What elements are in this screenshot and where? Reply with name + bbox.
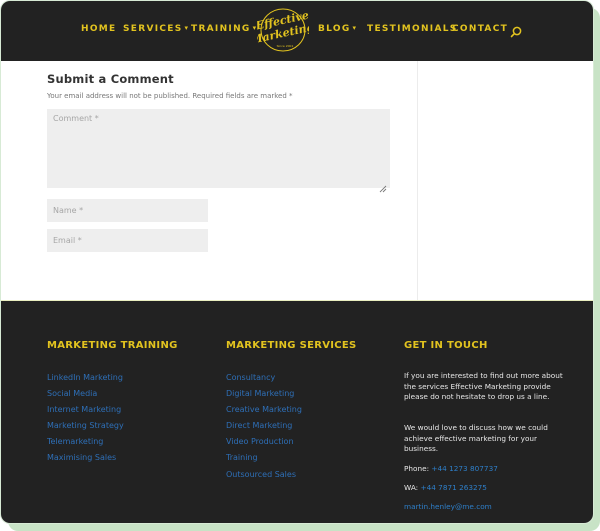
- nav-services[interactable]: SERVICES ▾: [123, 24, 189, 36]
- nav-contact[interactable]: CONTACT: [452, 24, 508, 36]
- chevron-down-icon: ▾: [352, 24, 358, 32]
- contact-phone: Phone: +44 1273 807737: [404, 464, 498, 473]
- footer-training-title: MARKETING TRAINING: [47, 340, 178, 351]
- email-link[interactable]: martin.henley@me.com: [404, 502, 492, 511]
- footer-link-video-production[interactable]: Video Production: [226, 436, 302, 452]
- comment-textarea[interactable]: [47, 109, 390, 188]
- nav-services-label: SERVICES: [123, 24, 183, 34]
- comment-form-title: Submit a Comment: [47, 72, 174, 86]
- wa-label: WA:: [404, 483, 419, 492]
- footer-touch-title: GET IN TOUCH: [404, 340, 488, 351]
- footer-link-maximising-sales[interactable]: Maximising Sales: [47, 452, 124, 468]
- nav-home-label: HOME: [81, 24, 117, 34]
- nav-testimonials[interactable]: TESTIMONIALS: [367, 24, 458, 36]
- phone-link[interactable]: +44 1273 807737: [431, 464, 497, 473]
- wa-link[interactable]: +44 7871 263275: [420, 483, 486, 492]
- contact-wa: WA: +44 7871 263275: [404, 483, 487, 492]
- main-content: Submit a Comment Your email address will…: [1, 61, 593, 300]
- logo-tagline: Since 2001: [277, 44, 294, 48]
- footer-services-title: MARKETING SERVICES: [226, 340, 357, 351]
- footer-link-internet-marketing[interactable]: Internet Marketing: [47, 404, 124, 420]
- footer-link-telemarketing[interactable]: Telemarketing: [47, 436, 124, 452]
- nav-testimonials-label: TESTIMONIALS: [367, 24, 458, 34]
- nav-blog[interactable]: BLOG ▾: [318, 24, 357, 36]
- nav-contact-label: CONTACT: [452, 24, 509, 34]
- footer-link-linkedin-marketing[interactable]: LinkedIn Marketing: [47, 372, 124, 388]
- name-input[interactable]: [47, 199, 208, 222]
- nav-training-label: TRAINING: [191, 24, 251, 34]
- sidebar-divider: [417, 61, 418, 300]
- nav-home[interactable]: HOME: [81, 24, 117, 36]
- site-header: HOME SERVICES ▾ TRAINING ▾ Effective Marke…: [1, 1, 593, 61]
- search-icon[interactable]: [509, 24, 523, 38]
- nav-training[interactable]: TRAINING ▾: [191, 24, 257, 36]
- phone-label: Phone:: [404, 464, 430, 473]
- footer-services-links: Consultancy Digital Marketing Creative M…: [226, 372, 302, 485]
- page-frame: HOME SERVICES ▾ TRAINING ▾ Effective Marke…: [1, 1, 593, 523]
- footer-link-training[interactable]: Training: [226, 452, 302, 468]
- nav-blog-label: BLOG: [318, 24, 351, 34]
- touch-paragraph-2: We would love to discuss how we could ac…: [404, 423, 548, 453]
- email-input[interactable]: [47, 229, 208, 252]
- site-footer: MARKETING TRAINING LinkedIn Marketing So…: [1, 300, 593, 523]
- touch-paragraph-1: If you are interested to find out more a…: [404, 371, 563, 401]
- footer-link-creative-marketing[interactable]: Creative Marketing: [226, 404, 302, 420]
- chevron-down-icon: ▾: [184, 24, 190, 32]
- footer-link-marketing-strategy[interactable]: Marketing Strategy: [47, 420, 124, 436]
- footer-training-links: LinkedIn Marketing Social Media Internet…: [47, 372, 124, 469]
- footer-link-consultancy[interactable]: Consultancy: [226, 372, 302, 388]
- resize-handle-icon[interactable]: [379, 178, 387, 193]
- comment-form-note: Your email address will not be published…: [47, 92, 293, 100]
- contact-email: martin.henley@me.com: [404, 502, 492, 511]
- footer-link-social-media[interactable]: Social Media: [47, 388, 124, 404]
- effective-marketing-logo[interactable]: Effective Marketing Since 2001: [248, 5, 316, 55]
- footer-link-direct-marketing[interactable]: Direct Marketing: [226, 420, 302, 436]
- logo-icon: Effective Marketing Since 2001: [248, 8, 316, 52]
- footer-link-digital-marketing[interactable]: Digital Marketing: [226, 388, 302, 404]
- footer-link-outsourced-sales[interactable]: Outsourced Sales: [226, 469, 302, 485]
